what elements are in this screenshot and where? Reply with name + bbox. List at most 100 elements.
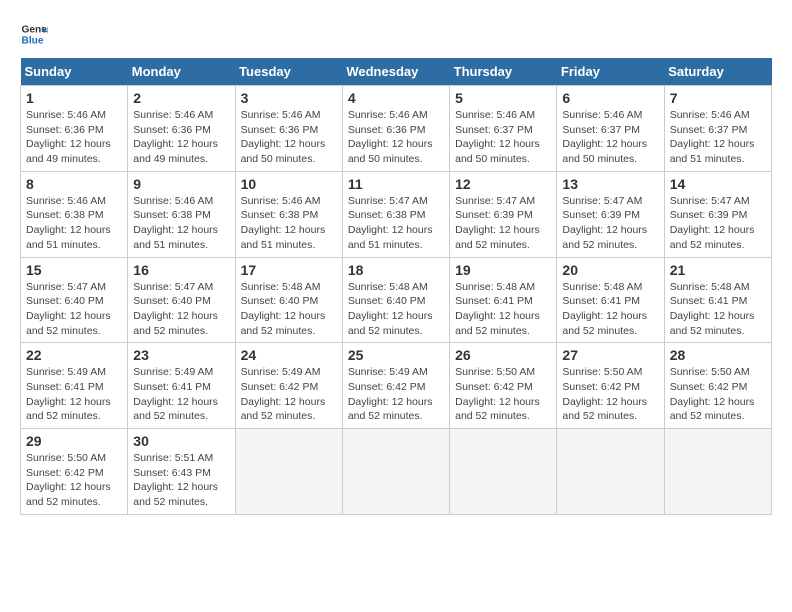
day-info: Sunrise: 5:49 AMSunset: 6:41 PMDaylight:…	[133, 365, 229, 424]
calendar-cell: 10Sunrise: 5:46 AMSunset: 6:38 PMDayligh…	[235, 171, 342, 257]
calendar-cell: 14 Sunrise: 5:47 AMSunset: 6:39 PMDayligh…	[664, 171, 771, 257]
week-row-2: 8 Sunrise: 5:46 AMSunset: 6:38 PMDaylight…	[21, 171, 772, 257]
day-number: 27	[562, 347, 658, 363]
week-row-1: 1 Sunrise: 5:46 AMSunset: 6:36 PMDaylight…	[21, 86, 772, 172]
calendar-cell: 12 Sunrise: 5:47 AMSunset: 6:39 PMDayligh…	[450, 171, 557, 257]
day-number: 18	[348, 262, 444, 278]
day-info: Sunrise: 5:47 AMSunset: 6:38 PMDaylight:…	[348, 194, 444, 253]
calendar-cell: 21 Sunrise: 5:48 AMSunset: 6:41 PMDayligh…	[664, 257, 771, 343]
calendar-cell: 19Sunrise: 5:48 AMSunset: 6:41 PMDayligh…	[450, 257, 557, 343]
day-info: Sunrise: 5:48 AMSunset: 6:41 PMDaylight:…	[562, 280, 658, 339]
calendar-cell: 5 Sunrise: 5:46 AMSunset: 6:37 PMDaylight…	[450, 86, 557, 172]
week-row-5: 29Sunrise: 5:50 AMSunset: 6:42 PMDayligh…	[21, 429, 772, 515]
calendar-cell: 11 Sunrise: 5:47 AMSunset: 6:38 PMDayligh…	[342, 171, 449, 257]
calendar-cell: 7 Sunrise: 5:46 AMSunset: 6:37 PMDaylight…	[664, 86, 771, 172]
logo: General Blue	[20, 20, 48, 48]
col-header-monday: Monday	[128, 58, 235, 86]
day-number: 8	[26, 176, 122, 192]
day-info: Sunrise: 5:47 AMSunset: 6:40 PMDaylight:…	[133, 280, 229, 339]
day-number: 26	[455, 347, 551, 363]
day-number: 17	[241, 262, 337, 278]
day-number: 30	[133, 433, 229, 449]
week-row-4: 22 Sunrise: 5:49 AMSunset: 6:41 PMDayligh…	[21, 343, 772, 429]
day-info: Sunrise: 5:46 AMSunset: 6:37 PMDaylight:…	[455, 108, 551, 167]
col-header-saturday: Saturday	[664, 58, 771, 86]
calendar-cell: 4 Sunrise: 5:46 AMSunset: 6:36 PMDaylight…	[342, 86, 449, 172]
day-number: 1	[26, 90, 122, 106]
day-number: 6	[562, 90, 658, 106]
calendar-cell: 28 Sunrise: 5:50 AMSunset: 6:42 PMDayligh…	[664, 343, 771, 429]
day-number: 28	[670, 347, 766, 363]
col-header-friday: Friday	[557, 58, 664, 86]
day-info: Sunrise: 5:46 AMSunset: 6:38 PMDaylight:…	[26, 194, 122, 253]
day-number: 24	[241, 347, 337, 363]
day-info: Sunrise: 5:46 AMSunset: 6:36 PMDaylight:…	[348, 108, 444, 167]
calendar-cell: 1 Sunrise: 5:46 AMSunset: 6:36 PMDaylight…	[21, 86, 128, 172]
day-number: 3	[241, 90, 337, 106]
calendar-cell: 18 Sunrise: 5:48 AMSunset: 6:40 PMDayligh…	[342, 257, 449, 343]
col-header-sunday: Sunday	[21, 58, 128, 86]
calendar-cell: 25 Sunrise: 5:49 AMSunset: 6:42 PMDayligh…	[342, 343, 449, 429]
day-number: 13	[562, 176, 658, 192]
calendar-cell: 16 Sunrise: 5:47 AMSunset: 6:40 PMDayligh…	[128, 257, 235, 343]
day-info: Sunrise: 5:50 AMSunset: 6:42 PMDaylight:…	[26, 451, 122, 510]
col-header-wednesday: Wednesday	[342, 58, 449, 86]
day-number: 23	[133, 347, 229, 363]
calendar-cell: 13 Sunrise: 5:47 AMSunset: 6:39 PMDayligh…	[557, 171, 664, 257]
day-info: Sunrise: 5:50 AMSunset: 6:42 PMDaylight:…	[670, 365, 766, 424]
week-row-3: 15 Sunrise: 5:47 AMSunset: 6:40 PMDayligh…	[21, 257, 772, 343]
day-info: Sunrise: 5:46 AMSunset: 6:36 PMDaylight:…	[133, 108, 229, 167]
calendar-cell: 26 Sunrise: 5:50 AMSunset: 6:42 PMDayligh…	[450, 343, 557, 429]
day-number: 15	[26, 262, 122, 278]
day-number: 4	[348, 90, 444, 106]
page-header: General Blue	[20, 20, 772, 48]
calendar-cell	[342, 429, 449, 515]
calendar-cell: 3 Sunrise: 5:46 AMSunset: 6:36 PMDaylight…	[235, 86, 342, 172]
day-number: 7	[670, 90, 766, 106]
day-info: Sunrise: 5:49 AMSunset: 6:42 PMDaylight:…	[348, 365, 444, 424]
calendar-cell: 30 Sunrise: 5:51 AMSunset: 6:43 PMDayligh…	[128, 429, 235, 515]
day-number: 12	[455, 176, 551, 192]
day-info: Sunrise: 5:49 AMSunset: 6:42 PMDaylight:…	[241, 365, 337, 424]
col-header-tuesday: Tuesday	[235, 58, 342, 86]
calendar-cell: 27 Sunrise: 5:50 AMSunset: 6:42 PMDayligh…	[557, 343, 664, 429]
calendar-cell: 8 Sunrise: 5:46 AMSunset: 6:38 PMDaylight…	[21, 171, 128, 257]
calendar-cell	[557, 429, 664, 515]
calendar-cell: 20 Sunrise: 5:48 AMSunset: 6:41 PMDayligh…	[557, 257, 664, 343]
day-info: Sunrise: 5:48 AMSunset: 6:41 PMDaylight:…	[670, 280, 766, 339]
day-number: 25	[348, 347, 444, 363]
day-info: Sunrise: 5:47 AMSunset: 6:39 PMDaylight:…	[455, 194, 551, 253]
calendar-table: SundayMondayTuesdayWednesdayThursdayFrid…	[20, 58, 772, 515]
day-number: 20	[562, 262, 658, 278]
day-info: Sunrise: 5:46 AMSunset: 6:36 PMDaylight:…	[26, 108, 122, 167]
day-info: Sunrise: 5:49 AMSunset: 6:41 PMDaylight:…	[26, 365, 122, 424]
calendar-cell: 2 Sunrise: 5:46 AMSunset: 6:36 PMDaylight…	[128, 86, 235, 172]
calendar-header-row: SundayMondayTuesdayWednesdayThursdayFrid…	[21, 58, 772, 86]
day-info: Sunrise: 5:46 AMSunset: 6:37 PMDaylight:…	[562, 108, 658, 167]
day-number: 11	[348, 176, 444, 192]
day-number: 22	[26, 347, 122, 363]
calendar-cell: 22 Sunrise: 5:49 AMSunset: 6:41 PMDayligh…	[21, 343, 128, 429]
day-info: Sunrise: 5:46 AMSunset: 6:38 PMDaylight:…	[133, 194, 229, 253]
day-number: 5	[455, 90, 551, 106]
day-info: Sunrise: 5:50 AMSunset: 6:42 PMDaylight:…	[455, 365, 551, 424]
day-info: Sunrise: 5:48 AMSunset: 6:41 PMDaylight:…	[455, 280, 551, 339]
day-number: 14	[670, 176, 766, 192]
day-info: Sunrise: 5:50 AMSunset: 6:42 PMDaylight:…	[562, 365, 658, 424]
day-number: 2	[133, 90, 229, 106]
day-info: Sunrise: 5:47 AMSunset: 6:39 PMDaylight:…	[670, 194, 766, 253]
day-info: Sunrise: 5:51 AMSunset: 6:43 PMDaylight:…	[133, 451, 229, 510]
calendar-cell: 17Sunrise: 5:48 AMSunset: 6:40 PMDayligh…	[235, 257, 342, 343]
day-number: 16	[133, 262, 229, 278]
calendar-cell: 29Sunrise: 5:50 AMSunset: 6:42 PMDayligh…	[21, 429, 128, 515]
day-number: 21	[670, 262, 766, 278]
day-info: Sunrise: 5:46 AMSunset: 6:38 PMDaylight:…	[241, 194, 337, 253]
calendar-cell	[664, 429, 771, 515]
day-info: Sunrise: 5:46 AMSunset: 6:37 PMDaylight:…	[670, 108, 766, 167]
day-info: Sunrise: 5:48 AMSunset: 6:40 PMDaylight:…	[348, 280, 444, 339]
calendar-cell: 24 Sunrise: 5:49 AMSunset: 6:42 PMDayligh…	[235, 343, 342, 429]
calendar-cell	[450, 429, 557, 515]
day-info: Sunrise: 5:47 AMSunset: 6:40 PMDaylight:…	[26, 280, 122, 339]
day-info: Sunrise: 5:47 AMSunset: 6:39 PMDaylight:…	[562, 194, 658, 253]
day-info: Sunrise: 5:46 AMSunset: 6:36 PMDaylight:…	[241, 108, 337, 167]
